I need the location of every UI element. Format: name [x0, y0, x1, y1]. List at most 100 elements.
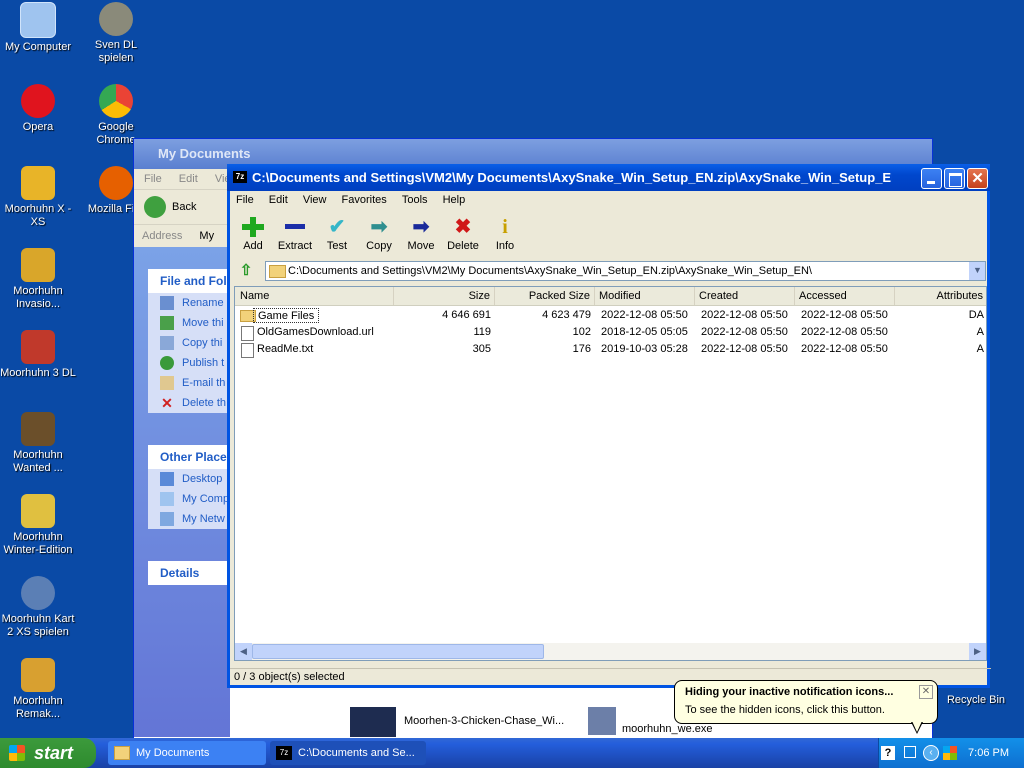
opera-icon — [21, 84, 55, 118]
7zip-window[interactable]: 7z C:\Documents and Settings\VM2\My Docu… — [227, 164, 991, 688]
file-modified: 2019-10-03 05:28 — [601, 343, 688, 355]
desktop-icon-moorhuhn-x[interactable]: Moorhuhn X - XS — [0, 166, 76, 229]
file-folder-tasks: File and Fol Rename Move thi Copy thi Pu… — [148, 269, 238, 413]
taskbar-item-7zip[interactable]: 7z C:\Documents and Se... — [270, 741, 426, 765]
scroll-thumb[interactable] — [252, 644, 544, 659]
7zip-path-bar: ⇧ C:\Documents and Settings\VM2\My Docum… — [234, 260, 987, 284]
place-my-network[interactable]: My Netw — [148, 509, 238, 529]
task-publish[interactable]: Publish t — [148, 353, 238, 373]
desktop-icon-moorhuhn-kart[interactable]: Moorhuhn Kart 2 XS spielen — [0, 576, 76, 639]
windows-update-icon[interactable] — [943, 746, 957, 760]
task-move[interactable]: Move thi — [148, 313, 238, 333]
col-header-accessed[interactable]: Accessed — [795, 287, 895, 305]
menu-help[interactable]: Help — [437, 191, 472, 210]
other-places-title[interactable]: Other Place — [148, 445, 238, 469]
menu-favorites[interactable]: Favorites — [336, 191, 393, 210]
extract-button[interactable]: Extract — [273, 212, 317, 256]
taskbar-item-my-documents[interactable]: My Documents — [108, 741, 266, 765]
task-copy[interactable]: Copy thi — [148, 333, 238, 353]
back-button[interactable]: Back — [144, 196, 196, 218]
path-dropdown-button[interactable]: ▼ — [969, 262, 985, 280]
up-folder-button[interactable]: ⇧ — [236, 261, 256, 281]
explorer-menu-file[interactable]: File — [144, 173, 162, 185]
rename-icon — [160, 296, 174, 310]
test-button[interactable]: ✔ Test — [315, 212, 359, 256]
close-button[interactable]: ✕ — [967, 168, 988, 189]
menu-tools[interactable]: Tools — [396, 191, 434, 210]
desktop-icon-recycle-bin[interactable]: Recycle Bin — [936, 694, 1016, 707]
7zip-title: C:\Documents and Settings\VM2\My Documen… — [252, 170, 892, 185]
menu-view[interactable]: View — [297, 191, 333, 210]
copy-button[interactable]: ➡ Copy — [357, 212, 401, 256]
menu-edit[interactable]: Edit — [263, 191, 294, 210]
desktop-icon-moorhuhn-remake[interactable]: Moorhuhn Remak... — [0, 658, 76, 721]
file-row[interactable]: Game Files 4 646 691 4 623 479 2022-12-0… — [235, 307, 986, 324]
col-header-created[interactable]: Created — [695, 287, 795, 305]
firefox-icon — [99, 166, 133, 200]
computer-icon — [160, 492, 174, 506]
col-header-modified[interactable]: Modified — [595, 287, 695, 305]
notification-balloon[interactable]: Hiding your inactive notification icons.… — [674, 680, 938, 734]
7zip-icon: 7z — [276, 746, 292, 760]
file-size: 305 — [472, 343, 491, 355]
info-button[interactable]: i Info — [483, 212, 527, 256]
move-button[interactable]: ➡ Move — [399, 212, 443, 256]
path-combobox[interactable]: C:\Documents and Settings\VM2\My Documen… — [265, 261, 986, 281]
minimize-button[interactable] — [921, 168, 942, 189]
add-button[interactable]: Add — [231, 212, 275, 256]
scroll-left-button[interactable]: ◀ — [235, 643, 252, 660]
balloon-close-button[interactable]: ✕ — [919, 685, 933, 699]
explorer-task-pane: File and Fol Rename Move thi Copy thi Pu… — [134, 247, 238, 737]
place-my-computer[interactable]: My Comp — [148, 489, 238, 509]
file-row[interactable]: ReadMe.txt 305 176 2019-10-03 05:28 2022… — [235, 341, 986, 358]
delete-button[interactable]: ✖ Delete — [441, 212, 485, 256]
horizontal-scrollbar[interactable]: ◀ ▶ — [235, 643, 986, 660]
desktop-icon-moorhuhn-wanted[interactable]: Moorhuhn Wanted ... — [0, 412, 76, 475]
start-button[interactable]: start — [0, 738, 96, 768]
file-list[interactable]: Name Size Packed Size Modified Created A… — [234, 286, 987, 661]
address-label: Address — [142, 230, 183, 242]
clock[interactable]: 7:06 PM — [968, 738, 1009, 768]
place-desktop[interactable]: Desktop — [148, 469, 238, 489]
details-title[interactable]: Details — [148, 561, 238, 585]
task-email[interactable]: E-mail th — [148, 373, 238, 393]
desktop-icon-moorhuhn-3[interactable]: Moorhuhn 3 DL — [0, 330, 76, 380]
col-header-packed-size[interactable]: Packed Size — [495, 287, 595, 305]
file-accessed: 2022-12-08 05:50 — [801, 326, 888, 338]
close-icon: ✕ — [971, 170, 984, 187]
show-hidden-icons-button[interactable]: ‹ — [923, 745, 939, 761]
col-header-size[interactable]: Size — [394, 287, 495, 305]
help-icon[interactable]: ? — [881, 746, 895, 760]
file-list-header: Name Size Packed Size Modified Created A… — [235, 287, 986, 306]
network-icon[interactable] — [904, 746, 916, 758]
desktop-icon-my-computer[interactable]: My Computer — [0, 2, 76, 54]
address-field[interactable]: My — [199, 230, 214, 242]
desktop-icon-sven[interactable]: Sven DL spielen — [78, 2, 154, 65]
explorer-menu-edit[interactable]: Edit — [179, 173, 198, 185]
moorhuhn-icon — [21, 658, 55, 692]
chrome-icon — [99, 84, 133, 118]
7zip-toolbar: Add Extract ✔ Test ➡ Copy ➡ Move ✖ Delet… — [230, 212, 987, 256]
menu-file[interactable]: File — [230, 191, 260, 210]
col-header-attributes[interactable]: Attributes — [895, 287, 986, 305]
other-places: Other Place Desktop My Comp My Netw — [148, 445, 238, 529]
7zip-titlebar[interactable]: 7z C:\Documents and Settings\VM2\My Docu… — [227, 164, 990, 191]
file-modified: 2022-12-08 05:50 — [601, 309, 688, 321]
file-attributes: DA — [968, 309, 984, 321]
task-rename[interactable]: Rename — [148, 293, 238, 313]
desktop-icon-moorhuhn-winter[interactable]: Moorhuhn Winter-Edition — [0, 494, 76, 557]
moorhuhn-icon — [21, 494, 55, 528]
moorhuhn-icon — [21, 412, 55, 446]
desktop-icon-opera[interactable]: Opera — [0, 84, 76, 134]
desktop-icon-moorhuhn-invasion[interactable]: Moorhuhn Invasio... — [0, 248, 76, 311]
file-row[interactable]: OldGamesDownload.url 119 102 2018-12-05 … — [235, 324, 986, 341]
maximize-button[interactable] — [944, 168, 965, 189]
file-folder-tasks-title[interactable]: File and Fol — [148, 269, 238, 293]
col-header-name[interactable]: Name — [235, 287, 394, 305]
file-packed-size: 176 — [572, 343, 591, 355]
task-delete[interactable]: ✕ Delete th — [148, 393, 238, 413]
arrow-right-icon: ➡ — [412, 216, 430, 238]
chevron-left-icon: ◀ — [240, 646, 247, 656]
explorer-file-moorhen[interactable]: Moorhen-3-Chicken-Chase_Wi... — [350, 707, 570, 737]
scroll-right-button[interactable]: ▶ — [969, 643, 986, 660]
